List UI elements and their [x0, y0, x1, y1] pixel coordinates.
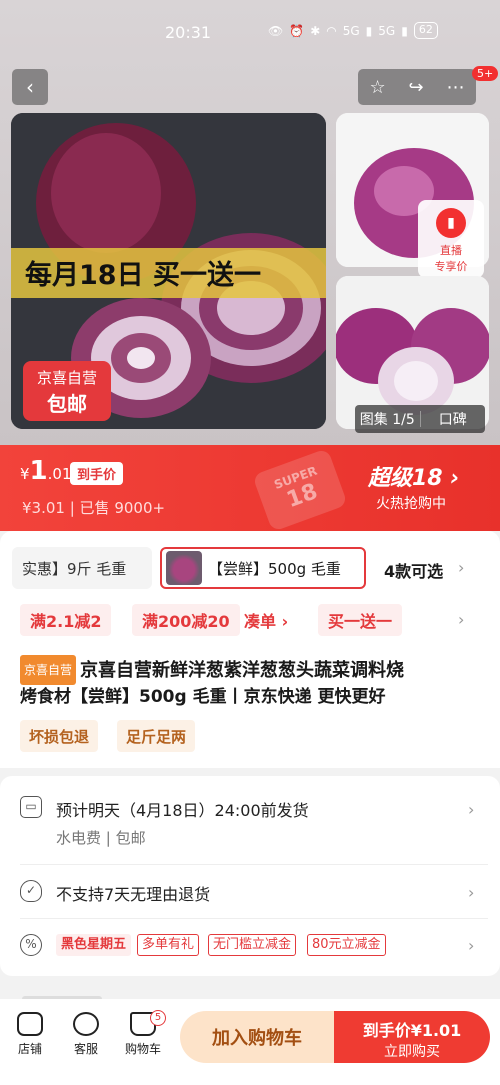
event-tag-3[interactable]: 无门槛立减金	[208, 934, 297, 956]
shipping-estimate[interactable]: 预计明天（4月18日）24:00前发货	[56, 797, 309, 821]
status-time: 20:31	[165, 23, 212, 42]
buy-now-label: 立即购买	[384, 1044, 440, 1060]
live-icon: ▮	[436, 208, 466, 238]
event-tag-2[interactable]: 多单有礼	[137, 934, 200, 956]
promo-text: 每月18日 买一送一	[25, 260, 261, 291]
signal-icon: ▮	[401, 23, 408, 38]
bluetooth-icon: ✱	[310, 23, 321, 38]
status-icons: 👁 ⏰ ✱ ◠ 5G ▮ 5G ▮ 62	[268, 22, 438, 39]
store-badge: 京喜自营	[20, 655, 77, 685]
promo-chip-2[interactable]: 满200减20	[132, 604, 240, 636]
original-price: ¥3.01	[22, 499, 65, 517]
buy-now-price: 到手价¥1.01	[362, 1021, 462, 1040]
original-price-and-sales: ¥3.01 | 已售 9000+	[22, 499, 166, 517]
cart-count-badge: 5	[150, 1010, 166, 1026]
battery-indicator: 62	[413, 22, 438, 39]
variant-count[interactable]: 4款可选	[384, 558, 443, 582]
utility-fee: 水电费	[56, 829, 102, 847]
service-icon	[73, 1012, 99, 1036]
promo-chip-bogo[interactable]: 买一送一	[318, 604, 403, 636]
divider	[20, 864, 488, 865]
return-policy[interactable]: 不支持7天无理由退货	[56, 881, 210, 905]
sold-count: 已售 9000+	[79, 499, 166, 517]
store-tag-line2: 包邮	[47, 392, 87, 416]
event-tag-4[interactable]: 80元立减金	[307, 934, 386, 956]
chevron-left-icon: ‹	[26, 75, 34, 99]
notification-badge: 5+	[472, 66, 499, 81]
live-label: 直播	[440, 244, 462, 257]
product-title-line2: 烤食材【尝鲜】500g 毛重丨京东快递 更快更好	[20, 687, 386, 707]
reviews-link[interactable]: 口碑	[421, 409, 486, 429]
buy-now-button[interactable]: 到手价¥1.01 立即购买	[334, 1011, 490, 1063]
store-button[interactable]: 店铺	[5, 1012, 55, 1057]
shield-icon: ✓	[20, 880, 42, 902]
variant-option-1[interactable]: 实惠】9斤 毛重	[12, 547, 152, 589]
gallery-index: 图集 1/5	[359, 412, 415, 428]
signal-icon: ▮	[365, 23, 373, 38]
customer-service-button[interactable]: 客服	[61, 1012, 111, 1057]
cart-label: 购物车	[124, 1042, 161, 1056]
variant-option-2-selected[interactable]: 【尝鲜】500g 毛重	[160, 547, 366, 589]
live-stream-badge[interactable]: ▮ 直播 专享价	[418, 200, 484, 278]
signal-2-label: 5G	[378, 23, 396, 38]
store-label: 店铺	[17, 1042, 42, 1056]
promo-chip-1[interactable]: 满2.1减2	[20, 604, 112, 636]
shipping-sub: 水电费 | 包邮	[56, 829, 146, 847]
super18-label: 超级18	[368, 466, 443, 491]
wifi-icon: ◠	[326, 23, 337, 38]
event-tag-1[interactable]: 黑色星期五	[56, 934, 132, 956]
chevron-right-icon[interactable]: ›	[468, 883, 474, 902]
variant-thumbnail	[166, 551, 202, 585]
chevron-right-icon[interactable]: ›	[468, 800, 474, 819]
more-icon[interactable]: ⋯	[447, 77, 465, 98]
super18-title[interactable]: 超级18 ›	[368, 460, 459, 492]
variant-label: 【尝鲜】500g 毛重	[208, 559, 341, 578]
service-label: 客服	[73, 1042, 98, 1056]
price-integer: 1	[29, 456, 48, 486]
currency-symbol: ¥	[20, 465, 30, 483]
feature-tag-1: 坏损包退	[20, 720, 99, 752]
main-product-image[interactable]: 每月18日 买一送一 京喜自营 包邮	[11, 113, 326, 429]
store-icon	[17, 1012, 43, 1036]
chevron-right-icon[interactable]: ›	[458, 558, 464, 577]
header-toolbar: ☆ ↪ ⋯	[358, 69, 476, 105]
final-price-tag: 到手价	[70, 462, 124, 485]
live-price-label: 专享价	[434, 260, 468, 273]
store-promo-tag: 京喜自营 包邮	[23, 361, 111, 421]
super18-subtitle: 火热抢购中	[376, 496, 446, 512]
signal-1-label: 5G	[342, 23, 360, 38]
product-title-line1: 京喜自营 京喜自营新鲜洋葱紫洋葱葱头蔬菜调料烧	[20, 655, 485, 685]
back-button[interactable]: ‹	[12, 69, 48, 105]
price-decimal: .01	[47, 465, 72, 483]
chevron-right-icon[interactable]: ›	[458, 610, 464, 629]
store-tag-line1: 京喜自营	[36, 369, 97, 387]
coupon-icon: %	[20, 934, 42, 956]
title-text-1: 京喜自营新鲜洋葱紫洋葱葱头蔬菜调料烧	[80, 660, 405, 681]
add-to-cart-button[interactable]: 加入购物车	[180, 1011, 334, 1063]
combine-order-link[interactable]: 凑单 ›	[244, 604, 288, 636]
truck-icon: ▭	[20, 796, 42, 818]
feature-tag-2: 足斤足两	[117, 720, 196, 752]
free-shipping: 包邮	[115, 829, 146, 847]
share-icon[interactable]: ↪	[409, 77, 424, 98]
eye-icon: 👁	[268, 23, 284, 38]
chevron-right-icon: ›	[450, 466, 460, 491]
divider	[20, 918, 488, 919]
favorite-star-icon[interactable]: ☆	[369, 77, 385, 98]
alarm-icon: ⏰	[289, 23, 305, 38]
final-price: ¥1.01	[20, 456, 72, 486]
gallery-counter[interactable]: 图集 1/5 口碑	[355, 405, 485, 433]
chevron-right-icon[interactable]: ›	[468, 936, 474, 955]
